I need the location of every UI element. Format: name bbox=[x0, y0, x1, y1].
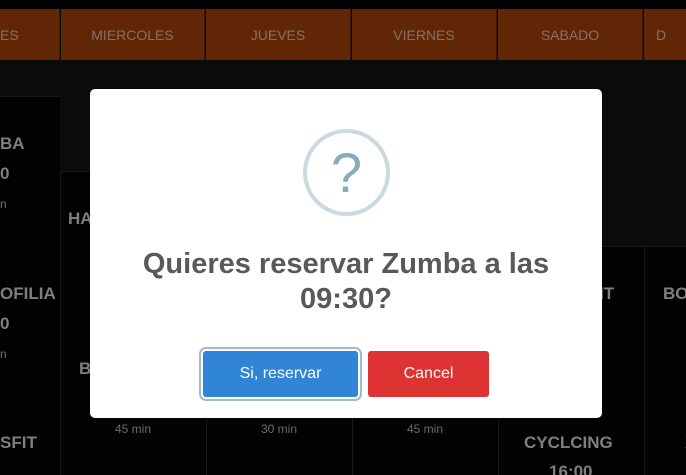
dialog-title-line1: Quieres reservar Zumba a las bbox=[142, 248, 550, 280]
cancel-button[interactable]: Cancel bbox=[368, 351, 489, 397]
confirm-reservation-button[interactable]: Si, reservar bbox=[203, 351, 358, 397]
question-icon: ? bbox=[303, 129, 390, 216]
dialog-title-line2: 09:30? bbox=[300, 283, 392, 315]
question-mark: ? bbox=[330, 141, 363, 204]
dialog-title: Quieres reservar Zumba a las 09:30? bbox=[110, 247, 582, 317]
reservation-confirm-dialog: ? Quieres reservar Zumba a las 09:30? Si… bbox=[90, 89, 602, 418]
